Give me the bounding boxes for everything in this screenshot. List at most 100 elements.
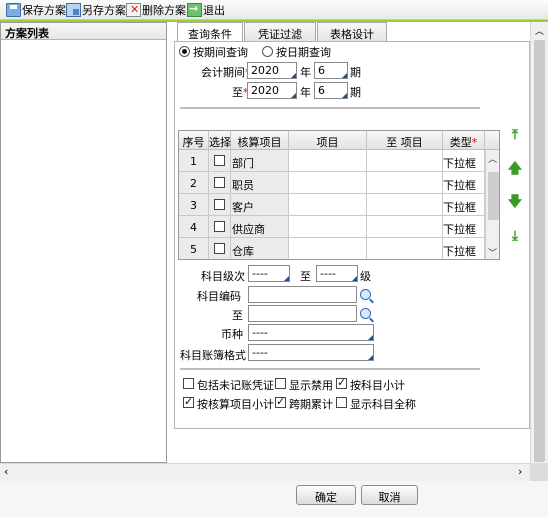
subject-code-from-field[interactable]	[248, 286, 357, 303]
col-header-item-type: 核算项目	[231, 131, 289, 150]
from-period-field[interactable]: 6	[314, 62, 348, 79]
scheme-list-title: 方案列表	[1, 23, 166, 40]
col-header-to-item: 至 项目	[367, 131, 443, 150]
show-disabled-label: 显示禁用	[289, 379, 333, 392]
delete-scheme-label: 删除方案	[142, 4, 186, 17]
row-select-checkbox[interactable]	[214, 243, 225, 254]
row-item-from[interactable]	[289, 216, 367, 238]
subtotal-by-subject-label: 按科目小计	[350, 379, 405, 392]
save-scheme-button[interactable]: 保存方案	[6, 2, 66, 18]
save-as-icon	[66, 3, 81, 17]
tab-table-design[interactable]: 表格设计	[317, 22, 387, 42]
subject-level-to-field[interactable]: ----	[316, 265, 358, 282]
exit-icon	[187, 2, 202, 17]
row-number: 3	[179, 194, 209, 216]
to-year-unit: 年	[300, 86, 311, 99]
show-full-name-checkbox[interactable]	[336, 397, 347, 408]
dialog-footer	[0, 481, 548, 517]
subject-level-from-field[interactable]: ----	[248, 265, 290, 282]
delete-icon	[126, 3, 141, 17]
save-as-scheme-button[interactable]: 另存方案	[66, 2, 126, 18]
window-scroll-thumb[interactable]	[534, 40, 545, 462]
exit-button[interactable]: 退出	[187, 2, 225, 18]
row-item-to[interactable]	[367, 238, 443, 259]
row-select-checkbox[interactable]	[214, 221, 225, 232]
row-select-checkbox[interactable]	[214, 177, 225, 188]
subject-code-to-field[interactable]	[248, 305, 357, 322]
delete-scheme-button[interactable]: 删除方案	[126, 2, 186, 18]
tab-voucher-filter[interactable]: 凭证过滤	[244, 22, 316, 42]
col-header-item: 项目	[289, 131, 367, 150]
subtotal-by-item-label: 按核算项目小计	[197, 398, 274, 411]
subtotal-by-subject-checkbox[interactable]	[336, 376, 347, 389]
exit-label: 退出	[203, 4, 225, 17]
row-select-cell	[209, 216, 231, 238]
row-number: 5	[179, 238, 209, 259]
accounting-period-label: 会计期间*	[201, 66, 251, 79]
ledger-format-label: 科目账簿格式	[180, 349, 246, 362]
row-item-from[interactable]	[289, 194, 367, 216]
search-icon[interactable]	[360, 308, 371, 319]
save-scheme-label: 保存方案	[22, 4, 66, 17]
row-item-from[interactable]	[289, 150, 367, 172]
move-down-icon[interactable]: 🡇	[507, 194, 523, 210]
chevron-down-icon[interactable]: ﹀	[488, 246, 497, 259]
move-to-top-icon[interactable]: ⤒	[507, 127, 523, 143]
to-period-unit: 期	[350, 86, 361, 99]
to-year-field[interactable]: 2020	[247, 82, 297, 99]
ledger-format-select[interactable]: ----	[248, 344, 374, 361]
divider	[180, 368, 480, 370]
row-item-to[interactable]	[367, 216, 443, 238]
subtotal-by-item-checkbox[interactable]	[183, 395, 194, 408]
grid-scrollbar[interactable]: ︿ ﹀	[485, 150, 499, 259]
chevron-right-icon[interactable]: ›	[518, 465, 522, 478]
row-item-to[interactable]	[367, 194, 443, 216]
grid-scroll-thumb[interactable]	[488, 172, 499, 220]
row-select-cell	[209, 238, 231, 259]
row-item-from[interactable]	[289, 238, 367, 259]
row-item-to[interactable]	[367, 172, 443, 194]
radio-by-date-label: 按日期查询	[276, 46, 331, 59]
tab-query-conditions[interactable]: 查询条件	[177, 22, 243, 43]
chevron-up-icon[interactable]: ︿	[535, 24, 544, 37]
row-item-to[interactable]	[367, 150, 443, 172]
move-up-icon[interactable]: 🡅	[507, 161, 523, 177]
include-unposted-label: 包括未记账凭证	[197, 379, 274, 392]
from-year-field[interactable]: 2020	[247, 62, 297, 79]
row-number: 4	[179, 216, 209, 238]
row-select-cell	[209, 172, 231, 194]
cross-period-checkbox[interactable]	[275, 395, 286, 408]
row-type: 下拉框	[443, 172, 485, 194]
row-select-checkbox[interactable]	[214, 199, 225, 210]
row-number: 2	[179, 172, 209, 194]
chevron-up-icon[interactable]: ︿	[488, 152, 497, 165]
radio-by-date[interactable]	[262, 46, 273, 57]
move-to-bottom-icon[interactable]: ⤓	[507, 228, 523, 244]
search-icon[interactable]	[360, 289, 371, 300]
save-as-label: 另存方案	[82, 4, 126, 17]
currency-label: 币种	[221, 328, 243, 341]
save-icon	[6, 3, 21, 17]
window-horizontal-scrollbar[interactable]: ‹ ›	[0, 463, 530, 481]
row-type: 下拉框	[443, 194, 485, 216]
row-select-checkbox[interactable]	[214, 155, 225, 166]
col-header-type: 类型*	[443, 131, 485, 150]
show-disabled-checkbox[interactable]	[275, 378, 286, 389]
show-full-name-label: 显示科目全称	[350, 398, 416, 411]
radio-by-period-label: 按期间查询	[193, 46, 248, 59]
radio-by-period[interactable]	[179, 46, 190, 57]
to-period-field[interactable]: 6	[314, 82, 348, 99]
accounting-items-grid: 序号 选择 核算项目 项目 至 项目 类型* 1 部门 下拉框 2 职员 下拉框…	[178, 130, 500, 260]
ok-button[interactable]: 确定	[296, 485, 356, 505]
subject-level-label: 科目级次	[201, 270, 245, 283]
subject-code-label: 科目编码	[197, 290, 241, 303]
chevron-left-icon[interactable]: ‹	[4, 465, 8, 478]
row-type: 下拉框	[443, 238, 485, 259]
cancel-button[interactable]: 取消	[361, 485, 418, 505]
row-item-from[interactable]	[289, 172, 367, 194]
row-item-type: 客户	[231, 194, 289, 216]
include-unposted-checkbox[interactable]	[183, 378, 194, 389]
window-vertical-scrollbar[interactable]: ︿ ﹀	[530, 22, 548, 481]
scheme-list-panel: 方案列表	[0, 22, 167, 463]
currency-select[interactable]: ----	[248, 324, 374, 341]
